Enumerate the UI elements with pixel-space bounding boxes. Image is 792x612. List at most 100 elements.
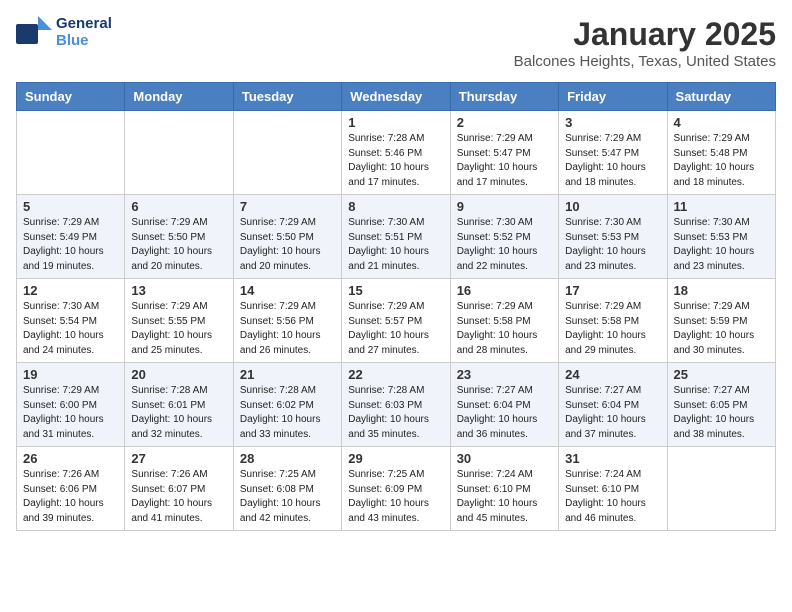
- day-number: 23: [457, 367, 552, 382]
- day-number: 27: [131, 451, 226, 466]
- calendar-cell: 15 Sunrise: 7:29 AM Sunset: 5:57 PM Dayli…: [342, 279, 450, 363]
- logo-icon: [16, 16, 52, 44]
- calendar-cell: 4 Sunrise: 7:29 AM Sunset: 5:48 PM Daylig…: [667, 111, 775, 195]
- calendar-cell: 19 Sunrise: 7:29 AM Sunset: 6:00 PM Dayli…: [17, 363, 125, 447]
- calendar-header-wednesday: Wednesday: [342, 83, 450, 111]
- calendar-cell: 23 Sunrise: 7:27 AM Sunset: 6:04 PM Dayli…: [450, 363, 558, 447]
- day-info: Sunrise: 7:26 AM Sunset: 6:06 PM Dayligh…: [23, 468, 118, 526]
- day-info: Sunrise: 7:29 AM Sunset: 5:50 PM Dayligh…: [131, 216, 226, 274]
- day-info: Sunrise: 7:30 AM Sunset: 5:53 PM Dayligh…: [674, 216, 769, 274]
- day-number: 20: [131, 367, 226, 382]
- calendar-cell: 25 Sunrise: 7:27 AM Sunset: 6:05 PM Dayli…: [667, 363, 775, 447]
- title-area: January 2025 Balcones Heights, Texas, Un…: [514, 16, 776, 70]
- day-info: Sunrise: 7:29 AM Sunset: 5:58 PM Dayligh…: [457, 300, 552, 358]
- day-info: Sunrise: 7:30 AM Sunset: 5:53 PM Dayligh…: [565, 216, 660, 274]
- day-number: 13: [131, 283, 226, 298]
- day-number: 7: [240, 199, 335, 214]
- day-info: Sunrise: 7:27 AM Sunset: 6:04 PM Dayligh…: [565, 384, 660, 442]
- day-number: 31: [565, 451, 660, 466]
- day-info: Sunrise: 7:28 AM Sunset: 6:02 PM Dayligh…: [240, 384, 335, 442]
- day-info: Sunrise: 7:28 AM Sunset: 5:46 PM Dayligh…: [348, 132, 443, 190]
- day-number: 9: [457, 199, 552, 214]
- calendar-cell: 28Sunrise: 7:25 AM Sunset: 6:08 PM Dayli…: [233, 447, 341, 531]
- calendar-week-row: 26Sunrise: 7:26 AM Sunset: 6:06 PM Dayli…: [17, 447, 776, 531]
- calendar-cell: 17 Sunrise: 7:29 AM Sunset: 5:58 PM Dayli…: [559, 279, 667, 363]
- calendar-header-sunday: Sunday: [17, 83, 125, 111]
- day-info: Sunrise: 7:29 AM Sunset: 5:47 PM Dayligh…: [565, 132, 660, 190]
- calendar-cell: 20 Sunrise: 7:28 AM Sunset: 6:01 PM Dayli…: [125, 363, 233, 447]
- calendar-cell: [233, 111, 341, 195]
- day-info: Sunrise: 7:27 AM Sunset: 6:05 PM Dayligh…: [674, 384, 769, 442]
- day-number: 24: [565, 367, 660, 382]
- day-info: Sunrise: 7:29 AM Sunset: 5:56 PM Dayligh…: [240, 300, 335, 358]
- day-number: 5: [23, 199, 118, 214]
- calendar-header-monday: Monday: [125, 83, 233, 111]
- day-number: 15: [348, 283, 443, 298]
- calendar-header-tuesday: Tuesday: [233, 83, 341, 111]
- day-info: Sunrise: 7:24 AM Sunset: 6:10 PM Dayligh…: [457, 468, 552, 526]
- calendar-cell: 3Sunrise: 7:29 AM Sunset: 5:47 PM Daylig…: [559, 111, 667, 195]
- calendar-header-row: SundayMondayTuesdayWednesdayThursdayFrid…: [17, 83, 776, 111]
- calendar-cell: [125, 111, 233, 195]
- day-info: Sunrise: 7:29 AM Sunset: 5:47 PM Dayligh…: [457, 132, 552, 190]
- day-info: Sunrise: 7:29 AM Sunset: 5:49 PM Dayligh…: [23, 216, 118, 274]
- day-info: Sunrise: 7:28 AM Sunset: 6:01 PM Dayligh…: [131, 384, 226, 442]
- day-number: 30: [457, 451, 552, 466]
- calendar-cell: 30 Sunrise: 7:24 AM Sunset: 6:10 PM Dayli…: [450, 447, 558, 531]
- calendar-week-row: 19 Sunrise: 7:29 AM Sunset: 6:00 PM Dayli…: [17, 363, 776, 447]
- calendar-header-friday: Friday: [559, 83, 667, 111]
- day-number: 22: [348, 367, 443, 382]
- calendar-cell: 2 Sunrise: 7:29 AM Sunset: 5:47 PM Daylig…: [450, 111, 558, 195]
- calendar-cell: 1 Sunrise: 7:28 AM Sunset: 5:46 PM Daylig…: [342, 111, 450, 195]
- calendar-table: SundayMondayTuesdayWednesdayThursdayFrid…: [16, 82, 776, 531]
- logo-blue: Blue: [56, 33, 112, 50]
- day-info: Sunrise: 7:28 AM Sunset: 6:03 PM Dayligh…: [348, 384, 443, 442]
- logo: General Blue: [16, 16, 112, 49]
- calendar-week-row: 1 Sunrise: 7:28 AM Sunset: 5:46 PM Daylig…: [17, 111, 776, 195]
- day-number: 11: [674, 199, 769, 214]
- calendar-cell: [17, 111, 125, 195]
- day-number: 25: [674, 367, 769, 382]
- calendar-cell: 5 Sunrise: 7:29 AM Sunset: 5:49 PM Daylig…: [17, 195, 125, 279]
- day-number: 10: [565, 199, 660, 214]
- calendar-cell: 27 Sunrise: 7:26 AM Sunset: 6:07 PM Dayli…: [125, 447, 233, 531]
- calendar-week-row: 5 Sunrise: 7:29 AM Sunset: 5:49 PM Daylig…: [17, 195, 776, 279]
- day-info: Sunrise: 7:29 AM Sunset: 6:00 PM Dayligh…: [23, 384, 118, 442]
- day-info: Sunrise: 7:29 AM Sunset: 5:59 PM Dayligh…: [674, 300, 769, 358]
- calendar-cell: 13Sunrise: 7:29 AM Sunset: 5:55 PM Dayli…: [125, 279, 233, 363]
- calendar-cell: 6 Sunrise: 7:29 AM Sunset: 5:50 PM Daylig…: [125, 195, 233, 279]
- day-info: Sunrise: 7:25 AM Sunset: 6:09 PM Dayligh…: [348, 468, 443, 526]
- calendar-cell: 18 Sunrise: 7:29 AM Sunset: 5:59 PM Dayli…: [667, 279, 775, 363]
- calendar-cell: 7Sunrise: 7:29 AM Sunset: 5:50 PM Daylig…: [233, 195, 341, 279]
- day-number: 17: [565, 283, 660, 298]
- day-number: 1: [348, 115, 443, 130]
- month-title: January 2025: [514, 16, 776, 53]
- day-info: Sunrise: 7:30 AM Sunset: 5:54 PM Dayligh…: [23, 300, 118, 358]
- calendar-header-saturday: Saturday: [667, 83, 775, 111]
- day-number: 6: [131, 199, 226, 214]
- logo-general: General: [56, 16, 112, 33]
- day-number: 28: [240, 451, 335, 466]
- day-number: 18: [674, 283, 769, 298]
- day-info: Sunrise: 7:24 AM Sunset: 6:10 PM Dayligh…: [565, 468, 660, 526]
- day-info: Sunrise: 7:29 AM Sunset: 5:57 PM Dayligh…: [348, 300, 443, 358]
- calendar-cell: 29 Sunrise: 7:25 AM Sunset: 6:09 PM Dayli…: [342, 447, 450, 531]
- day-info: Sunrise: 7:26 AM Sunset: 6:07 PM Dayligh…: [131, 468, 226, 526]
- day-info: Sunrise: 7:30 AM Sunset: 5:52 PM Dayligh…: [457, 216, 552, 274]
- calendar-cell: 22 Sunrise: 7:28 AM Sunset: 6:03 PM Dayli…: [342, 363, 450, 447]
- day-number: 12: [23, 283, 118, 298]
- calendar-header-thursday: Thursday: [450, 83, 558, 111]
- day-info: Sunrise: 7:27 AM Sunset: 6:04 PM Dayligh…: [457, 384, 552, 442]
- day-number: 4: [674, 115, 769, 130]
- calendar-cell: 12 Sunrise: 7:30 AM Sunset: 5:54 PM Dayli…: [17, 279, 125, 363]
- calendar-cell: 26Sunrise: 7:26 AM Sunset: 6:06 PM Dayli…: [17, 447, 125, 531]
- day-number: 19: [23, 367, 118, 382]
- day-number: 29: [348, 451, 443, 466]
- calendar-cell: 21 Sunrise: 7:28 AM Sunset: 6:02 PM Dayli…: [233, 363, 341, 447]
- day-info: Sunrise: 7:29 AM Sunset: 5:58 PM Dayligh…: [565, 300, 660, 358]
- day-number: 2: [457, 115, 552, 130]
- calendar-cell: 10 Sunrise: 7:30 AM Sunset: 5:53 PM Dayli…: [559, 195, 667, 279]
- day-number: 21: [240, 367, 335, 382]
- day-info: Sunrise: 7:29 AM Sunset: 5:48 PM Dayligh…: [674, 132, 769, 190]
- calendar-week-row: 12 Sunrise: 7:30 AM Sunset: 5:54 PM Dayli…: [17, 279, 776, 363]
